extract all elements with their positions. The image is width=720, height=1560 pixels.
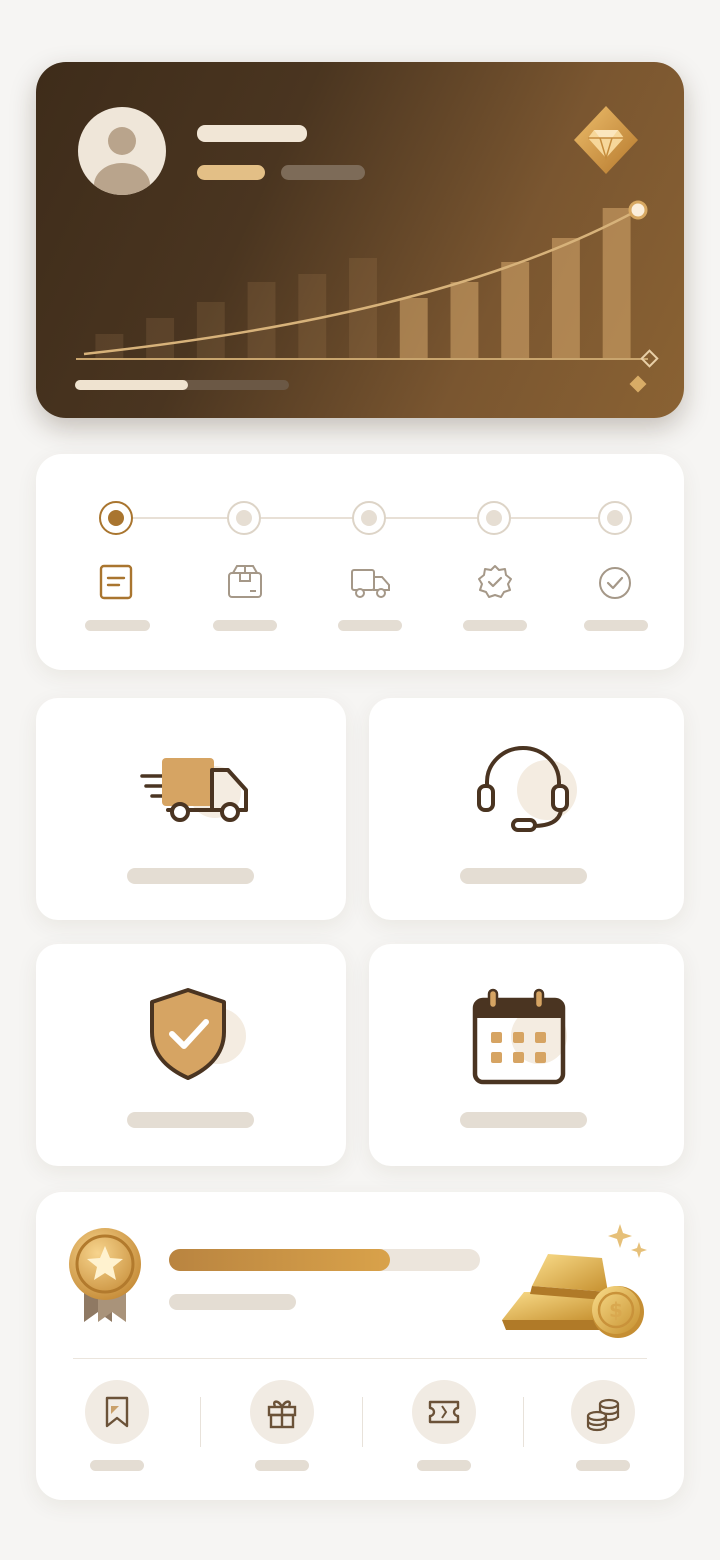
bookmark-button[interactable]	[85, 1380, 149, 1444]
action-divider	[523, 1397, 524, 1447]
service-label-placeholder	[127, 1112, 254, 1128]
step-label-placeholder	[584, 620, 648, 631]
action-label-placeholder	[255, 1460, 309, 1471]
progress-fill	[75, 380, 189, 390]
growth-chart	[76, 200, 659, 368]
gift-button[interactable]	[250, 1380, 314, 1444]
step-dot-5[interactable]	[598, 501, 632, 535]
trend-endpoint	[628, 200, 648, 220]
step-label-placeholder	[85, 620, 150, 631]
action-divider	[200, 1397, 201, 1447]
chart-bar	[298, 274, 327, 358]
action-label-placeholder	[576, 1460, 630, 1471]
truck-icon[interactable]	[350, 566, 392, 600]
coins-icon	[586, 1398, 620, 1432]
chart-bar	[450, 282, 479, 358]
rewards-progress-fill	[169, 1249, 390, 1271]
action-divider	[362, 1397, 363, 1447]
package-icon[interactable]	[226, 564, 264, 600]
rewards-divider	[73, 1358, 647, 1359]
chart-bar	[146, 318, 175, 358]
step-dot-2[interactable]	[227, 501, 261, 535]
star-medal-icon	[66, 1226, 144, 1324]
chart-bar	[501, 262, 530, 358]
membership-card[interactable]	[36, 62, 684, 418]
step-dot-3[interactable]	[352, 501, 386, 535]
document-icon[interactable]	[98, 564, 134, 600]
chart-bar	[196, 302, 225, 358]
service-tile-schedule[interactable]	[369, 944, 684, 1166]
ticket-button[interactable]	[412, 1380, 476, 1444]
delivery-truck-icon	[140, 752, 252, 828]
bookmark-icon	[105, 1396, 129, 1428]
action-label-placeholder	[417, 1460, 471, 1471]
rewards-card: $	[36, 1192, 684, 1500]
check-circle-icon[interactable]	[597, 565, 633, 601]
rewards-subtitle-placeholder	[169, 1294, 296, 1310]
service-label-placeholder	[460, 868, 587, 884]
service-tile-delivery[interactable]	[36, 698, 346, 920]
chart-bar	[247, 282, 276, 358]
step-label-placeholder	[338, 620, 402, 631]
action-label-placeholder	[90, 1460, 144, 1471]
service-label-placeholder	[127, 868, 254, 884]
ticket-icon	[428, 1400, 460, 1424]
step-label-placeholder	[213, 620, 277, 631]
gift-icon	[267, 1400, 297, 1429]
verified-badge-icon[interactable]	[476, 564, 514, 602]
step-dot-1[interactable]	[99, 501, 133, 535]
headset-icon	[473, 746, 583, 836]
chart-bar	[602, 208, 631, 358]
step-label-placeholder	[463, 620, 527, 631]
service-tile-support[interactable]	[369, 698, 684, 920]
shield-check-icon	[144, 986, 248, 1082]
service-tile-protection[interactable]	[36, 944, 346, 1166]
chart-bar	[551, 238, 580, 358]
order-tracker-card	[36, 454, 684, 670]
calendar-icon	[469, 986, 579, 1086]
chart-bar	[95, 334, 124, 358]
chart-bar	[399, 298, 428, 358]
step-dot-4[interactable]	[477, 501, 511, 535]
coins-button[interactable]	[571, 1380, 635, 1444]
svg-text:$: $	[609, 1298, 623, 1322]
gold-bars-illustration: $	[496, 1220, 656, 1344]
service-label-placeholder	[460, 1112, 587, 1128]
